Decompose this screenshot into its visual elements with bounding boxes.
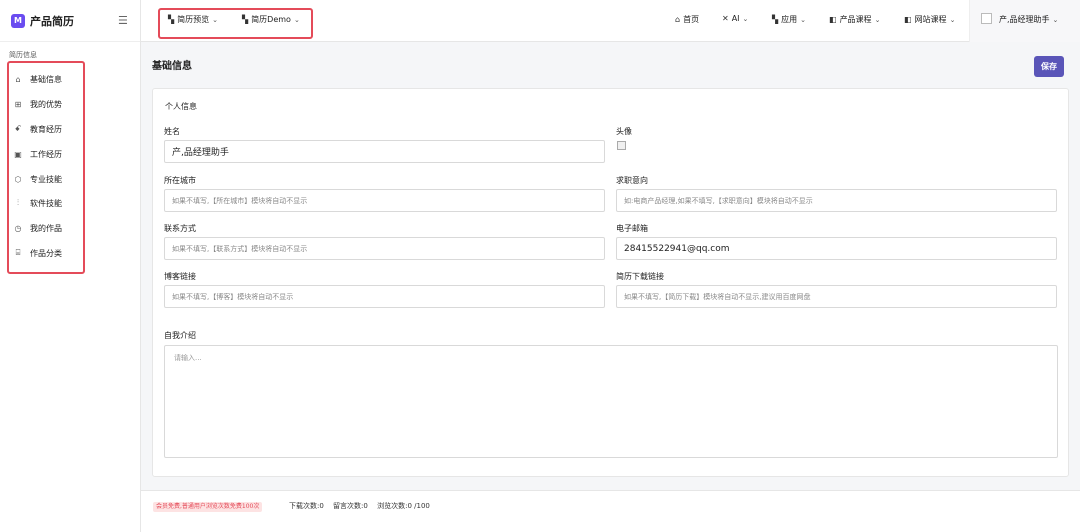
- contact-label: 联系方式: [164, 224, 196, 233]
- grid-icon: ▚: [168, 15, 175, 24]
- nav-label: 产品课程: [839, 15, 872, 24]
- footer: 会员免费,普通用户浏览次数免费100次 下载次数:0 留言次数:0 浏览次数:0…: [141, 490, 1080, 532]
- topbar: ▚ 简历预览 ⌄ ▚ 简历Demo ⌄ ⌂ 首页 ✕ AI ⌄ ▚ 应用 ⌄ ◧…: [141, 0, 1080, 42]
- user-name-wrap: 产,品经理助手 ⌄: [999, 14, 1058, 25]
- nav-ai[interactable]: ✕ AI ⌄: [722, 14, 748, 23]
- page-title: 基础信息: [152, 61, 192, 72]
- grid-icon: ⊞: [14, 99, 22, 109]
- nav-home[interactable]: ⌂ 首页: [675, 14, 699, 25]
- nav-product-course[interactable]: ◧ 产品课程 ⌄: [829, 14, 880, 25]
- download-count: 下载次数:0: [289, 502, 324, 510]
- sidebar-item-software[interactable]: ⫶ 软件技能: [13, 195, 62, 211]
- download-input[interactable]: [616, 285, 1057, 308]
- city-input[interactable]: [164, 189, 605, 212]
- grid-icon: ▚: [242, 15, 249, 24]
- sidebar-item-advantages[interactable]: ⊞ 我的优势: [13, 96, 62, 112]
- avatar-label: 头像: [616, 127, 632, 136]
- gift-icon: ▣: [14, 149, 22, 159]
- clock-icon: ◷: [14, 223, 22, 233]
- view-count: 浏览次数:0 /100: [377, 502, 430, 510]
- user-menu[interactable]: 产,品经理助手 ⌄: [969, 0, 1080, 42]
- hamburger-menu-icon[interactable]: ☰: [118, 14, 128, 27]
- blog-label: 博客链接: [164, 272, 196, 281]
- chevron-down-icon: ⌄: [800, 15, 807, 24]
- nav-web-course[interactable]: ◧ 网站课程 ⌄: [904, 14, 955, 25]
- card-title: 个人信息: [165, 102, 197, 111]
- highlight-box: [7, 61, 85, 274]
- chevron-down-icon: ⌄: [874, 15, 881, 24]
- chevron-down-icon: ⌄: [293, 15, 300, 24]
- city-label: 所在城市: [164, 176, 196, 185]
- chevron-down-icon: ⌄: [949, 15, 956, 24]
- free-badge: 会员免费,普通用户浏览次数免费100次: [153, 502, 263, 512]
- download-label: 简历下载链接: [616, 272, 664, 281]
- stats: 下载次数:0 留言次数:0 浏览次数:0 /100: [289, 501, 437, 511]
- nav-label: 简历预览: [177, 15, 210, 24]
- nav-label: 网站课程: [914, 15, 947, 24]
- sidebar-item-education[interactable]: ꗃ 教育经历: [13, 121, 62, 137]
- chevron-down-icon: ⌄: [742, 14, 749, 23]
- book-icon: ◧: [829, 15, 837, 24]
- nav-resume-preview[interactable]: ▚ 简历预览 ⌄: [168, 14, 218, 25]
- blog-input[interactable]: [164, 285, 605, 308]
- intent-label: 求职意向: [616, 176, 648, 185]
- sidebar: M 产品简历 ☰ 简历信息 ⌂ 基础信息 ⊞ 我的优势 ꗃ 教育经历 ▣ 工作经…: [0, 0, 141, 532]
- avatar-image[interactable]: [617, 141, 626, 150]
- sidebar-item-work[interactable]: ▣ 工作经历: [13, 146, 62, 162]
- contact-input[interactable]: [164, 237, 605, 260]
- name-label: 姓名: [164, 127, 180, 136]
- save-button[interactable]: 保存: [1034, 56, 1064, 77]
- sidebar-item-label: 专业技能: [30, 174, 62, 184]
- sidebar-item-basic-info[interactable]: ⌂ 基础信息: [13, 71, 62, 87]
- sidebar-item-label: 基础信息: [30, 74, 62, 84]
- sidebar-item-label: 工作经历: [30, 149, 62, 159]
- sidebar-item-skills[interactable]: ⬡ 专业技能: [13, 171, 63, 187]
- nav-label: 应用: [781, 15, 798, 24]
- book-icon: ◧: [904, 15, 912, 24]
- logo-icon: M: [11, 13, 25, 28]
- sidebar-item-label: 软件技能: [30, 198, 62, 208]
- sidebar-item-label: 教育经历: [30, 124, 62, 134]
- avatar: [981, 13, 992, 24]
- nav-label: AI: [731, 14, 740, 23]
- grid-icon: ▚: [772, 15, 779, 24]
- home-icon: ⌂: [675, 15, 681, 24]
- email-input[interactable]: [616, 237, 1057, 260]
- intro-textarea[interactable]: [164, 345, 1058, 458]
- tools-icon: ✕: [722, 14, 729, 23]
- sidebar-item-label: 作品分类: [30, 248, 62, 258]
- home-icon: ⌂: [15, 74, 21, 84]
- sliders-icon: ⫶: [17, 198, 19, 207]
- sidebar-item-categories[interactable]: ⌸ 作品分类: [13, 245, 62, 261]
- personal-info-card: 个人信息 姓名 头像 所在城市 求职意向 联系方式 电子邮箱 博客链接 简历下载…: [152, 88, 1069, 477]
- email-label: 电子邮箱: [616, 224, 648, 233]
- sidebar-item-label: 我的优势: [30, 99, 62, 109]
- chevron-down-icon: ⌄: [1052, 15, 1059, 24]
- nav-resume-demo[interactable]: ▚ 简历Demo ⌄: [242, 14, 300, 25]
- name-input[interactable]: [164, 140, 605, 163]
- intent-input[interactable]: [616, 189, 1057, 212]
- chevron-down-icon: ⌄: [212, 15, 219, 24]
- users-icon: ꗃ: [14, 124, 22, 133]
- nav-label: 简历Demo: [251, 15, 291, 24]
- cube-icon: ⬡: [14, 174, 22, 184]
- intro-label: 自我介绍: [164, 331, 196, 340]
- building-icon: ⌸: [15, 248, 21, 257]
- brand-name: 产品简历: [30, 14, 74, 28]
- message-count: 留言次数:0: [333, 502, 368, 510]
- sidebar-item-label: 我的作品: [30, 223, 62, 233]
- nav-label: 首页: [683, 15, 700, 24]
- user-name: 产,品经理助手: [999, 15, 1050, 24]
- sidebar-item-works[interactable]: ◷ 我的作品: [13, 220, 63, 236]
- nav-apps[interactable]: ▚ 应用 ⌄: [772, 14, 806, 25]
